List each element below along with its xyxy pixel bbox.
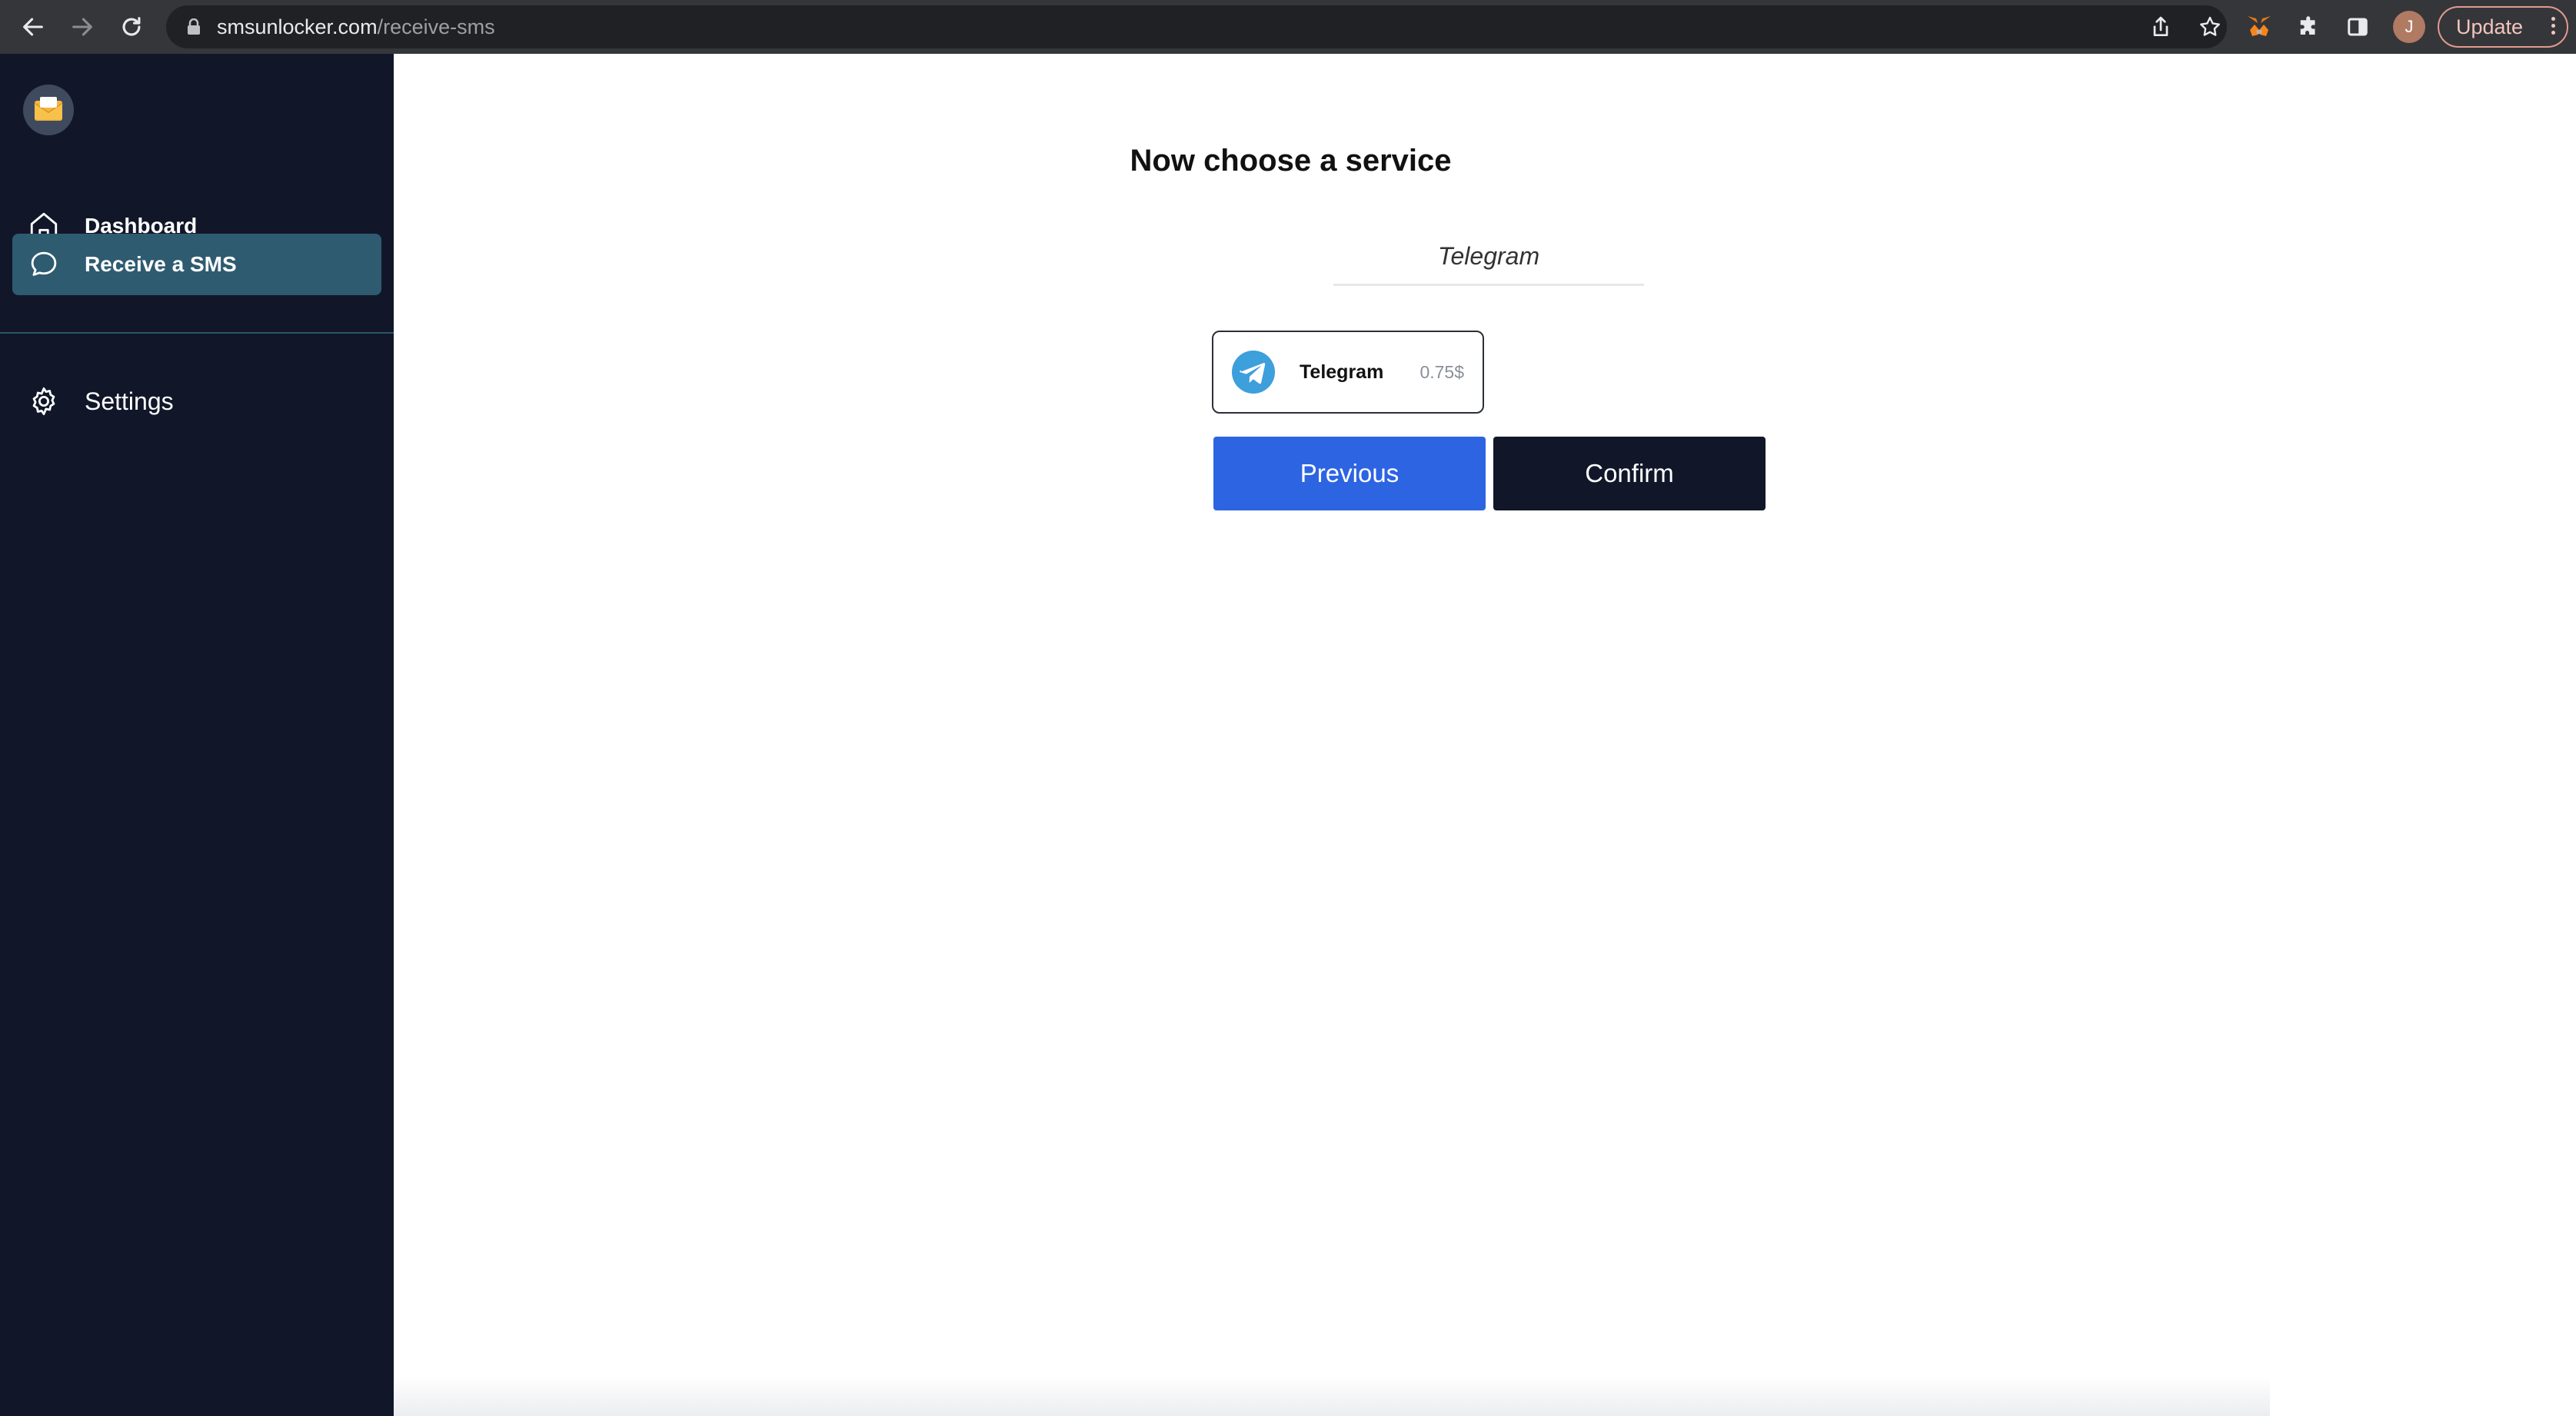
url-path: /receive-sms bbox=[377, 15, 495, 38]
puzzle-extension-icon[interactable] bbox=[2295, 13, 2323, 41]
main-content: Now choose a service Telegram 0.75$ Prev… bbox=[394, 54, 2576, 1416]
kebab-menu-icon[interactable] bbox=[2551, 17, 2556, 37]
sidebar-item-receive-sms[interactable]: Receive a SMS bbox=[12, 234, 381, 295]
share-icon[interactable] bbox=[2148, 15, 2173, 39]
confirm-button[interactable]: Confirm bbox=[1493, 437, 1766, 510]
back-button[interactable] bbox=[14, 8, 52, 46]
sidebar-item-settings[interactable]: Settings bbox=[12, 371, 381, 432]
update-button[interactable]: Update bbox=[2438, 6, 2568, 48]
sidebar-divider bbox=[0, 332, 394, 334]
back-arrow-icon bbox=[23, 18, 43, 36]
address-bar[interactable]: smsunlocker.com/receive-sms bbox=[166, 5, 2227, 48]
forward-arrow-icon bbox=[72, 18, 92, 36]
forward-button[interactable] bbox=[63, 8, 102, 46]
sidebar-item-label: Settings bbox=[85, 387, 174, 415]
star-icon[interactable] bbox=[2198, 15, 2222, 39]
url-text: smsunlocker.com/receive-sms bbox=[217, 5, 495, 48]
page-title: Now choose a service bbox=[1130, 144, 1452, 178]
envelope-icon bbox=[34, 97, 63, 121]
browser-toolbar: smsunlocker.com/receive-sms J Update bbox=[0, 0, 2576, 54]
sidebar: Dashboard Receive a SMS Settings bbox=[0, 54, 394, 1416]
sidebar-item-label: Receive a SMS bbox=[85, 252, 237, 276]
telegram-icon bbox=[1232, 351, 1275, 394]
reload-icon bbox=[122, 17, 141, 36]
app-logo[interactable] bbox=[23, 85, 74, 135]
bottom-shadow bbox=[394, 1376, 2270, 1416]
service-name: Telegram bbox=[1300, 361, 1384, 383]
chat-bubble-icon bbox=[26, 247, 62, 282]
service-option-telegram[interactable]: Telegram 0.75$ bbox=[1212, 331, 1484, 414]
url-host: smsunlocker.com bbox=[217, 15, 378, 38]
profile-avatar[interactable]: J bbox=[2393, 11, 2425, 43]
service-price: 0.75$ bbox=[1419, 361, 1464, 382]
lock-icon bbox=[188, 18, 200, 35]
service-search-input[interactable] bbox=[1333, 229, 1644, 286]
metamask-fox-icon[interactable] bbox=[2245, 13, 2273, 41]
gear-icon bbox=[26, 384, 62, 419]
side-panel-icon[interactable] bbox=[2344, 13, 2371, 41]
update-label: Update bbox=[2456, 15, 2524, 38]
reload-button[interactable] bbox=[112, 8, 151, 46]
previous-button[interactable]: Previous bbox=[1213, 437, 1486, 510]
